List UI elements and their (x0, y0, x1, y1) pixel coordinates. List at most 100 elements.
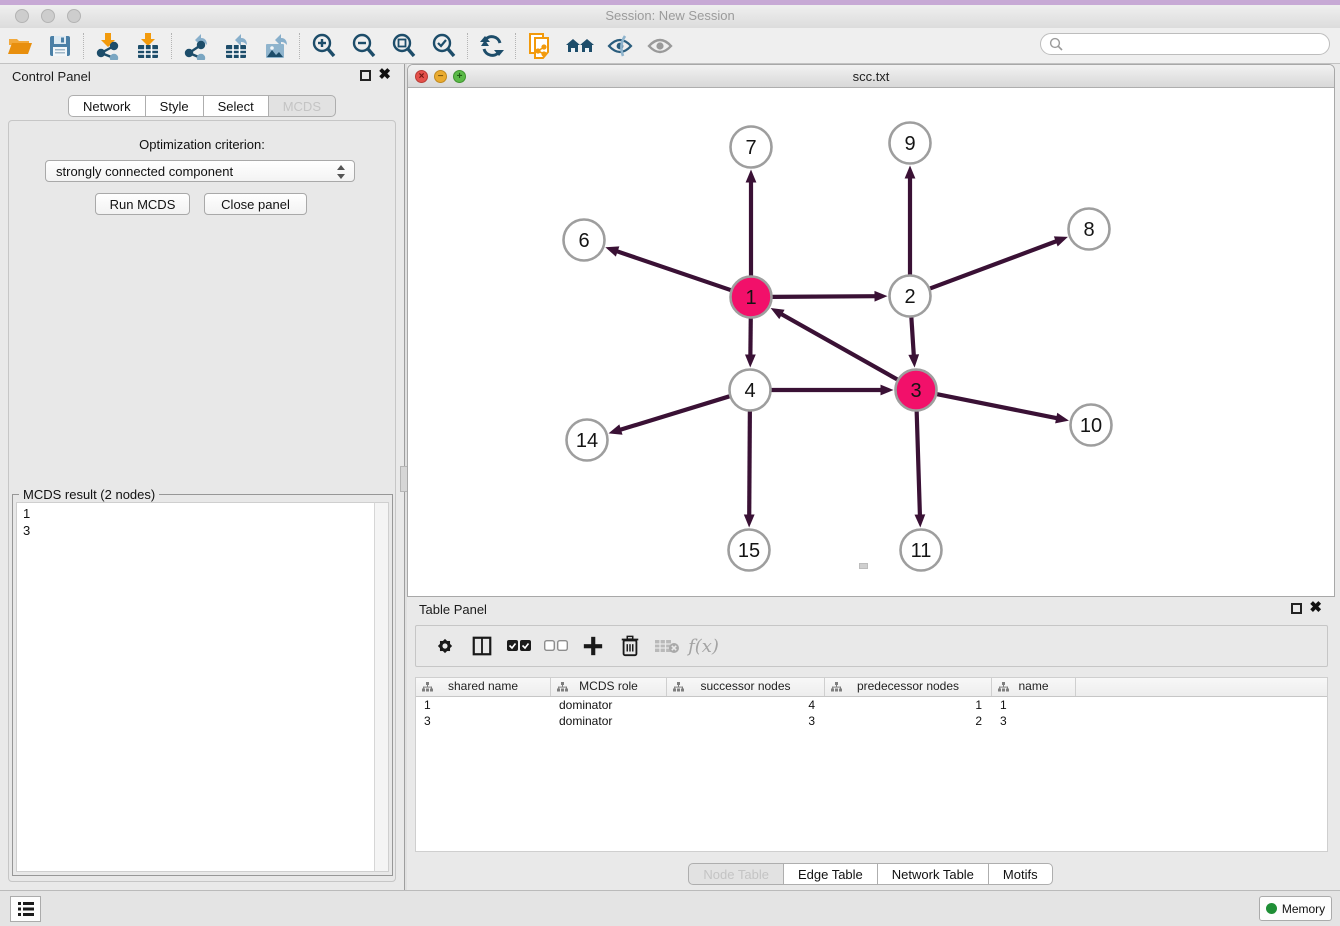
refresh-icon (479, 33, 505, 59)
mcds-result-text[interactable]: 13 (16, 502, 375, 872)
column-header-MCDS-role[interactable]: MCDS role (551, 678, 667, 696)
first-neighbors-button[interactable] (560, 30, 600, 62)
tab-select[interactable]: Select (203, 95, 269, 117)
hide-selected-button[interactable] (600, 30, 640, 62)
table-panel-title: Table Panel (419, 602, 487, 617)
zoom-out-button[interactable] (344, 30, 384, 62)
close-panel-button[interactable]: Close panel (204, 193, 307, 215)
zoom-in-button[interactable] (304, 30, 344, 62)
canvas-grip[interactable] (859, 563, 868, 569)
memory-label: Memory (1282, 902, 1325, 916)
cytoscape-window: Session: New Session (0, 0, 1340, 926)
delete-table-icon (654, 637, 680, 655)
column-header-shared-name[interactable]: shared name (416, 678, 551, 696)
column-tree-icon (673, 682, 684, 692)
column-header-successor-nodes[interactable]: successor nodes (667, 678, 825, 696)
column-header-label: successor nodes (700, 679, 790, 693)
graph-node-3[interactable]: 3 (896, 370, 937, 411)
zoom-out-icon (350, 32, 378, 60)
memory-button[interactable]: Memory (1259, 896, 1332, 921)
tab-motifs[interactable]: Motifs (988, 863, 1053, 885)
tab-network[interactable]: Network (68, 95, 146, 117)
table-cell[interactable]: 1 (825, 697, 992, 713)
criterion-value: strongly connected component (56, 164, 233, 179)
result-scrollbar[interactable] (374, 502, 389, 872)
tab-style[interactable]: Style (145, 95, 204, 117)
table-cell[interactable]: 3 (667, 713, 825, 729)
graph-node-14[interactable]: 14 (567, 420, 608, 461)
toolbar-separator (299, 33, 301, 59)
tab-edge-table[interactable]: Edge Table (783, 863, 878, 885)
close-panel-icon[interactable]: ✖ (378, 67, 391, 83)
graph-edge-3-10[interactable] (937, 394, 1058, 418)
table-cell[interactable]: 1 (992, 697, 1076, 713)
graph-node-4[interactable]: 4 (730, 370, 771, 411)
node-label: 14 (576, 430, 598, 452)
column-header-predecessor-nodes[interactable]: predecessor nodes (825, 678, 992, 696)
table-row[interactable]: 3dominator323 (416, 713, 1327, 729)
status-bar: Memory (0, 890, 1340, 926)
show-columns-button[interactable] (463, 629, 500, 663)
delete-table-button[interactable] (648, 629, 685, 663)
float-panel-icon[interactable] (360, 70, 371, 81)
run-mcds-button[interactable]: Run MCDS (95, 193, 190, 215)
graph-node-6[interactable]: 6 (564, 220, 605, 261)
node-table: shared nameMCDS role successor nodes prede… (415, 677, 1328, 852)
table-cell[interactable]: 4 (667, 697, 825, 713)
graph-edge-4-15[interactable] (749, 411, 750, 516)
graph-node-11[interactable]: 11 (901, 530, 942, 571)
import-network-button[interactable] (88, 30, 128, 62)
tab-mcds[interactable]: MCDS (268, 95, 336, 117)
tab-network-table[interactable]: Network Table (877, 863, 989, 885)
deselect-all-button[interactable] (537, 629, 574, 663)
graph-edge-1-2[interactable] (772, 296, 876, 297)
zoom-fit-button[interactable] (384, 30, 424, 62)
table-cell[interactable]: dominator (551, 713, 667, 729)
close-table-panel-icon[interactable]: ✖ (1309, 600, 1322, 616)
export-network-button[interactable] (176, 30, 216, 62)
graph-node-9[interactable]: 9 (890, 123, 931, 164)
graph-node-7[interactable]: 7 (731, 127, 772, 168)
table-cell[interactable]: 3 (416, 713, 551, 729)
export-image-button[interactable] (256, 30, 296, 62)
graph-node-2[interactable]: 2 (890, 276, 931, 317)
graph-edge-3-11[interactable] (917, 411, 920, 516)
graph-node-8[interactable]: 8 (1069, 209, 1110, 250)
export-table-button[interactable] (216, 30, 256, 62)
graph-edge-4-14[interactable] (619, 396, 729, 430)
graph-node-15[interactable]: 15 (729, 530, 770, 571)
new-network-from-selection-button[interactable] (520, 30, 560, 62)
eye-icon (646, 34, 674, 58)
tab-node-table[interactable]: Node Table (688, 863, 784, 885)
table-cell[interactable]: dominator (551, 697, 667, 713)
float-table-panel-icon[interactable] (1291, 603, 1302, 614)
graph-node-10[interactable]: 10 (1071, 405, 1112, 446)
table-cell[interactable]: 2 (825, 713, 992, 729)
graph-edge-3-1[interactable] (780, 313, 897, 379)
control-panel-title: Control Panel (12, 69, 91, 84)
function-builder-button[interactable]: f(x) (685, 629, 722, 663)
show-all-button[interactable] (640, 30, 680, 62)
graph-node-1[interactable]: 1 (731, 277, 772, 318)
save-session-button[interactable] (40, 30, 80, 62)
table-row[interactable]: 1dominator411 (416, 697, 1327, 713)
table-cell[interactable]: 3 (992, 713, 1076, 729)
network-window-titlebar[interactable]: × − + scc.txt (408, 65, 1334, 88)
table-cell[interactable]: 1 (416, 697, 551, 713)
add-column-button[interactable] (574, 629, 611, 663)
network-graph[interactable]: 1 2 3 4 6 7 8 9 10 11 14 15 (408, 88, 1334, 596)
table-options-button[interactable] (426, 629, 463, 663)
criterion-dropdown[interactable]: strongly connected component (45, 160, 355, 182)
zoom-selected-button[interactable] (424, 30, 464, 62)
select-all-button[interactable] (500, 629, 537, 663)
column-header-name[interactable]: name (992, 678, 1076, 696)
search-input[interactable] (1040, 33, 1330, 55)
import-table-button[interactable] (128, 30, 168, 62)
delete-column-button[interactable] (611, 629, 648, 663)
graph-edge-2-8[interactable] (930, 241, 1057, 289)
open-session-button[interactable] (0, 30, 40, 62)
graph-edge-2-3[interactable] (911, 317, 913, 356)
graph-edge-1-6[interactable] (616, 251, 731, 290)
task-history-button[interactable] (10, 896, 41, 922)
apply-layout-button[interactable] (472, 30, 512, 62)
